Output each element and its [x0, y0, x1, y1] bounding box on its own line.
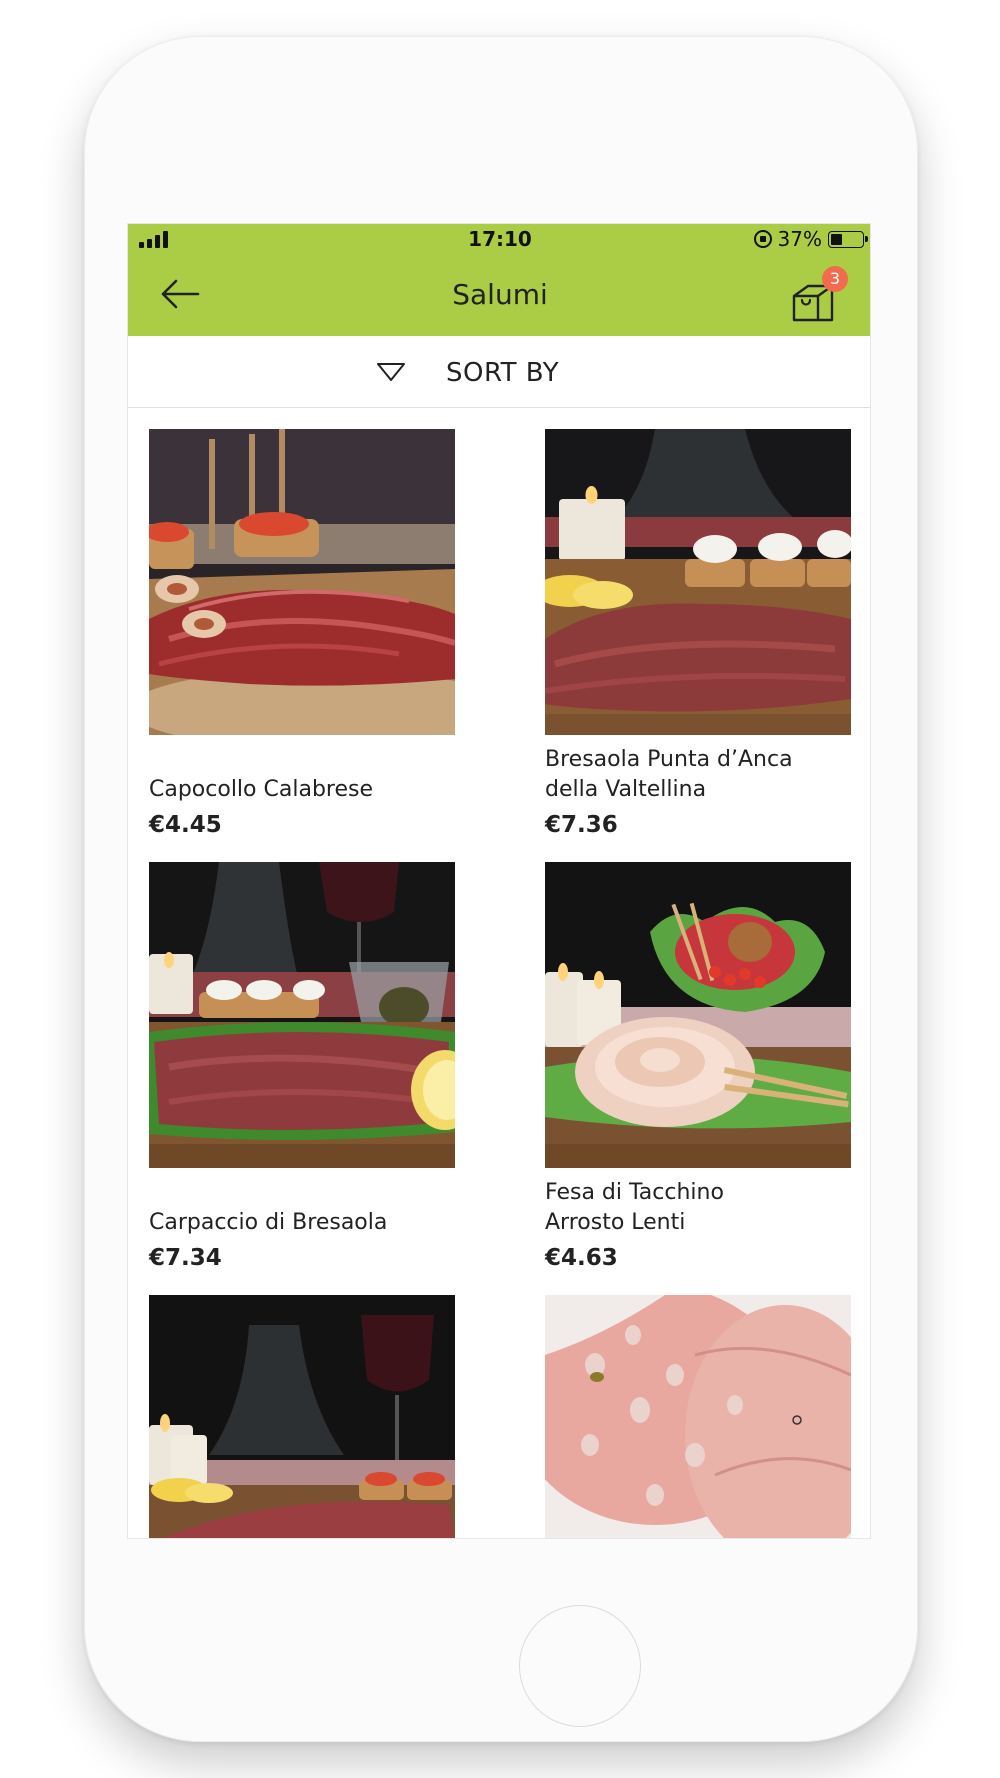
product-price: €4.63	[545, 1245, 618, 1271]
page-title: Salumi	[452, 278, 548, 311]
triangle-down-icon	[377, 363, 405, 381]
turkey-photo	[545, 862, 851, 1168]
product-name: Capocollo Calabrese	[149, 777, 373, 802]
carpaccio-photo	[149, 862, 455, 1168]
capocollo-photo	[149, 429, 455, 735]
back-arrow-icon	[161, 279, 200, 309]
status-bar: 17:10 37%	[128, 224, 870, 254]
battery-percent: 37%	[777, 227, 822, 251]
back-button[interactable]	[158, 274, 202, 314]
product-price: €7.36	[545, 812, 618, 838]
sort-by-label: SORT BY	[446, 358, 560, 388]
mortadella-photo	[545, 1295, 851, 1538]
home-button[interactable]	[519, 1605, 641, 1727]
bresaola-photo	[545, 429, 851, 735]
sort-by-button[interactable]: SORT BY	[128, 336, 870, 408]
product-price: €4.45	[149, 812, 222, 838]
product-name: Fesa di Tacchino Arrosto Lenti	[545, 1180, 724, 1235]
beef-slices-photo	[149, 1295, 455, 1538]
product-name: Carpaccio di Bresaola	[149, 1210, 388, 1235]
product-price: €7.34	[149, 1245, 222, 1271]
battery-icon	[828, 230, 868, 248]
cart-count-badge: 3	[822, 266, 848, 292]
rotation-lock-icon	[753, 230, 772, 248]
app-screen: 17:10 37% Salumi 3 SORT BY Capocollo Cal…	[127, 223, 871, 1539]
nav-bar: Salumi 3	[128, 254, 870, 336]
product-name: Bresaola Punta d’Anca della Valtellina	[545, 747, 793, 802]
cart-button[interactable]: 3	[788, 266, 854, 324]
